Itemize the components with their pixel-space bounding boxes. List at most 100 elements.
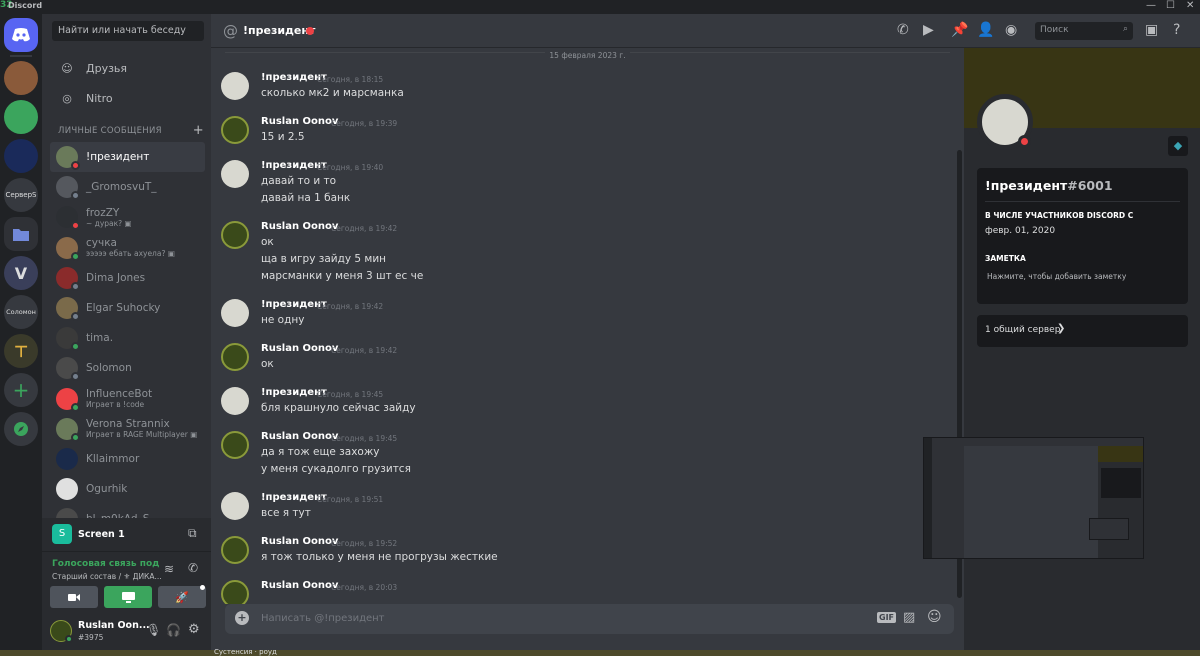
attach-file-icon[interactable]: + [235,611,249,625]
emoji-icon[interactable]: ☺ [927,609,942,625]
avatar [56,387,80,412]
dm-item[interactable]: !президент [50,142,205,172]
message-author[interactable]: Ruslan Oonov [261,343,338,354]
message-timestamp: Сегодня, в 18:15 [317,75,384,84]
message-timestamp: Сегодня, в 19:42 [331,224,398,233]
server-icon[interactable] [4,61,38,95]
folder-icon [13,228,29,241]
server-icon[interactable]: ⊤ [4,334,38,368]
dm-item[interactable]: frozZY ~ дурак? ▣ [50,202,205,232]
message-timestamp: Сегодня, в 19:45 [317,390,384,399]
close-window-button[interactable]: ✕ [1186,0,1194,11]
microphone-icon[interactable]: 🎙 [146,623,161,637]
message-avatar[interactable] [221,343,249,371]
server-folder[interactable] [4,217,38,251]
dm-item[interactable]: Kllaimmor [50,444,205,474]
friends-icon: ☺ [61,61,73,75]
camera-button[interactable] [50,586,98,608]
message-avatar[interactable] [221,72,249,100]
message-author[interactable]: Ruslan Oonov [261,580,338,591]
os-taskbar: Сустенсия · роуд [0,648,1200,656]
minimize-button[interactable]: — [1146,0,1156,11]
message-author[interactable]: Ruslan Oonov [261,431,338,442]
note-input[interactable]: Нажмите, чтобы добавить заметку [987,272,1126,281]
message-avatar[interactable] [221,492,249,520]
dm-item[interactable]: Dima Jones [50,263,205,293]
friends-label: Друзья [86,61,128,75]
message-avatar[interactable] [221,536,249,564]
message-author[interactable]: Ruslan Oonov [261,221,338,232]
server-label: V [14,263,28,283]
dm-item[interactable]: Solomon [50,353,205,383]
message-avatar[interactable] [221,116,249,144]
message-avatar[interactable] [221,431,249,459]
message-timestamp: Сегодня, в 19:45 [331,434,398,443]
noise-suppression-icon[interactable]: ≋ [164,562,174,576]
sticker-icon[interactable]: ▨ [903,610,915,625]
nitro-nav[interactable]: ◎ Nitro [50,84,205,112]
screen-preview-thumbnail[interactable] [923,437,1144,559]
stop-stream-icon[interactable]: ⧉ [188,526,197,541]
dm-text: Solomon [86,362,132,374]
voice-call-icon[interactable]: ✆ [897,22,909,38]
message-avatar[interactable] [221,299,249,327]
gif-button[interactable]: GIF [877,612,897,623]
thumb-sidebar [932,438,964,558]
server-icon[interactable]: V [4,256,38,290]
dm-item[interactable]: Verona Strannix Играет в RAGE Multiplayer… [50,414,205,444]
dm-text: Elgar Suhocky [86,302,160,314]
screen-share-button[interactable] [104,586,152,608]
voice-channel[interactable]: Старший состав / ⚜ ДИКА... [52,572,162,581]
user-profile-toggle-icon[interactable]: ◉ [1005,22,1017,38]
search-input[interactable]: Поиск ⌕ [1035,22,1133,40]
inbox-icon[interactable]: ▣ [1145,22,1158,38]
message-author[interactable]: Ruslan Oonov [261,536,338,547]
maximize-button[interactable]: ☐ [1166,0,1175,11]
disconnect-icon[interactable]: ✆ [188,561,198,575]
find-conversation-input[interactable]: Найти или начать беседу [52,21,204,41]
user-tag: #3975 [78,633,104,642]
server-icon[interactable]: СерверS [4,178,38,212]
message-avatar[interactable] [221,221,249,249]
add-friend-icon[interactable]: 👤 [977,22,994,38]
dm-item[interactable]: _GromosvuT_ [50,172,205,202]
message-author[interactable]: Ruslan Oonov [261,116,338,127]
explore-servers-button[interactable] [4,412,38,446]
create-dm-icon[interactable]: + [193,123,204,138]
dm-item[interactable]: Ogurhik [50,474,205,504]
friends-nav[interactable]: ☺ Друзья [50,54,205,82]
message-text: давай то и то [261,175,337,187]
message-text: марсманки у меня 3 шт ес че [261,270,424,282]
message-avatar[interactable] [221,387,249,415]
pinned-messages-icon[interactable]: 📌 [951,22,968,38]
profile-avatar[interactable] [977,94,1033,150]
video-call-icon[interactable]: ▶ [923,22,934,38]
server-icon[interactable] [4,100,38,134]
dm-item[interactable]: tima. [50,323,205,353]
headphones-icon[interactable]: 🎧 [166,623,181,637]
message-text: сколько мк2 и марсманка [261,87,404,99]
server-icon[interactable]: Соломон [4,295,38,329]
dm-item[interactable]: InfluenceBot Играет в !code [50,384,205,414]
status-indicator [71,221,80,231]
thumb-card [1101,468,1141,498]
discord-home-button[interactable] [4,18,38,52]
message-composer[interactable]: + Написать @!президент GIF ▨ ☺ [225,604,954,634]
mutual-servers-button[interactable]: 1 общий сервер ❯ [977,315,1188,347]
add-server-button[interactable]: + [4,373,38,407]
user-avatar[interactable] [50,620,73,643]
dm-section-header: ЛИЧНЫЕ СООБЩЕНИЯ + [58,123,204,138]
mutual-servers-label: 1 общий сервер [985,325,1061,335]
message-avatar[interactable] [221,160,249,188]
activities-button[interactable]: 🚀 [158,586,206,608]
message-timestamp: Сегодня, в 19:52 [331,539,398,548]
dm-item[interactable]: Elgar Suhocky [50,293,205,323]
server-icon[interactable] [4,139,38,173]
dm-text: InfluenceBot Играет в !code [86,388,152,409]
dm-name: Verona Strannix [86,418,170,431]
settings-gear-icon[interactable]: ⚙ [188,622,200,637]
help-icon[interactable]: ? [1173,22,1180,38]
message-avatar[interactable] [221,580,249,604]
dm-item[interactable]: сучка эээээ ебать ахуела? ▣ [50,233,205,263]
dm-name: Kllaimmor [86,453,140,465]
